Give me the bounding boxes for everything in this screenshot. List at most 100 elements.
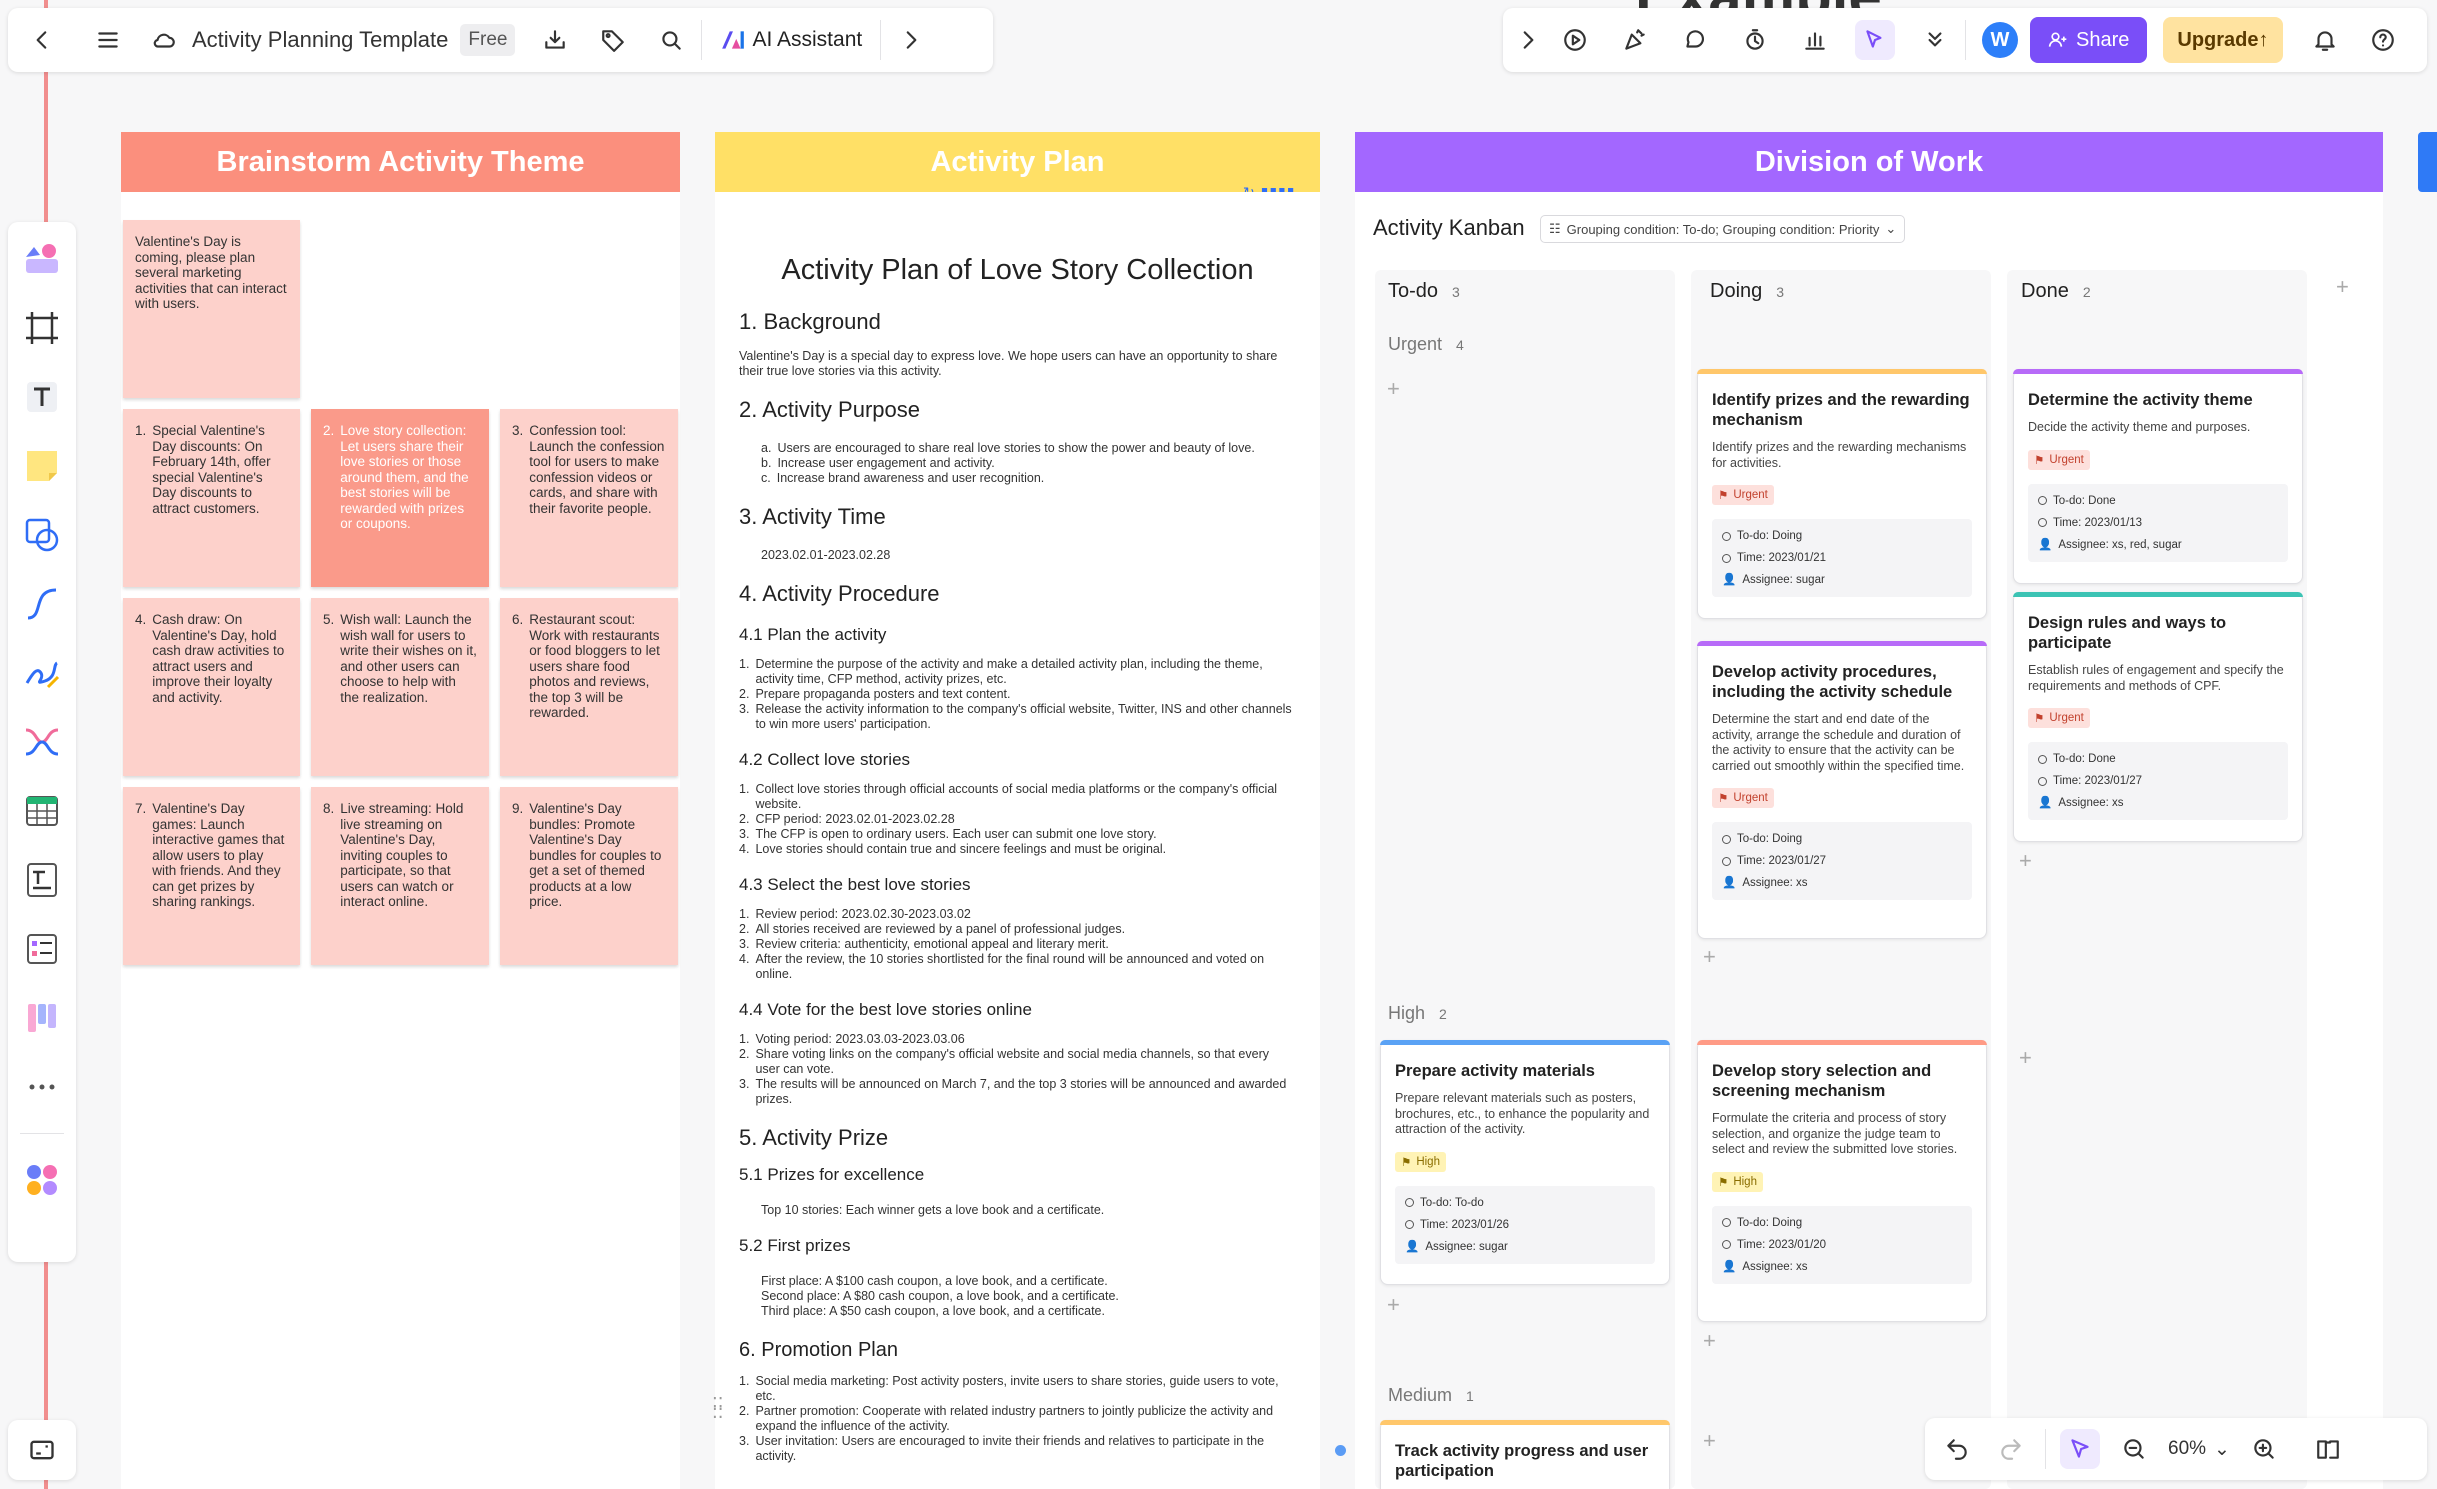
section-heading: 2. Activity Purpose xyxy=(739,397,920,422)
sticky-note[interactable]: 2. Love story collection: Let users share… xyxy=(311,409,489,587)
chevron-right-icon[interactable] xyxy=(891,20,931,60)
note-number: 8. xyxy=(323,801,335,816)
follow-cursor-icon[interactable] xyxy=(1855,20,1895,60)
column-header-todo: To-do 3 xyxy=(1388,280,1460,302)
tag-icon[interactable] xyxy=(593,20,633,60)
text-icon[interactable] xyxy=(19,374,65,420)
chevron-right-icon[interactable] xyxy=(1515,20,1541,60)
zoom-in-icon[interactable] xyxy=(2244,1429,2284,1469)
zoom-level-dropdown[interactable]: 60% ⌄ xyxy=(2168,1438,2230,1461)
select-cursor-icon[interactable] xyxy=(2060,1429,2100,1469)
bottom-controls: 60% ⌄ xyxy=(1925,1418,2427,1480)
card-meta: To-do: Doing Time: 2023/01/20 👤 Assignee: x… xyxy=(1712,1205,1972,1284)
kanban-card[interactable]: Develop activity procedures, including t… xyxy=(1697,641,1987,939)
templates-icon[interactable] xyxy=(19,236,65,282)
note-text: Valentine's Day games: Launch interactiv… xyxy=(152,801,285,909)
sticky-note[interactable]: 3. Confession tool: Launch the confession… xyxy=(500,409,678,587)
sticky-note[interactable]: 1. Special Valentine's Day discounts: On … xyxy=(123,409,300,587)
card-color-bar xyxy=(2013,592,2303,597)
celebrate-icon[interactable] xyxy=(1615,20,1655,60)
document-title[interactable]: Activity Planning Template xyxy=(192,27,448,53)
kanban-card[interactable]: Identify prizes and the rewarding mechan… xyxy=(1697,369,1987,619)
kanban-card[interactable]: Track activity progress and user partici… xyxy=(1380,1420,1670,1489)
double-chevron-down-icon[interactable] xyxy=(1915,20,1955,60)
add-card-icon[interactable]: + xyxy=(1387,1292,1400,1318)
column-header-doing: Doing 3 xyxy=(1710,280,1785,302)
plan-header-label: Activity Plan xyxy=(930,145,1105,178)
add-card-icon[interactable]: + xyxy=(1387,376,1400,402)
sticky-note-intro[interactable]: Valentine's Day is coming, please plan s… xyxy=(123,220,300,398)
add-column-icon[interactable]: + xyxy=(2336,274,2349,300)
brainstorm-header-label: Brainstorm Activity Theme xyxy=(216,145,585,178)
undo-icon[interactable] xyxy=(1937,1429,1977,1469)
divider xyxy=(701,20,703,60)
add-card-icon[interactable]: + xyxy=(1703,1428,1716,1454)
user-avatar[interactable]: W xyxy=(1982,22,2018,58)
sticky-note-icon[interactable] xyxy=(19,443,65,489)
menu-icon[interactable] xyxy=(88,20,128,60)
kanban-card[interactable]: Determine the activity theme Decide the … xyxy=(2013,369,2303,584)
redo-icon[interactable] xyxy=(1991,1429,2031,1469)
help-icon[interactable] xyxy=(2363,20,2403,60)
bolt-icon: ↑ xyxy=(2258,28,2269,51)
comment-icon[interactable] xyxy=(1675,20,1715,60)
promotion-list: 1. Social media marketing: Post activity … xyxy=(739,1374,1279,1463)
activity-plan-document[interactable]: Activity Plan of Love Story Collection 1… xyxy=(715,192,1320,1489)
sticky-note[interactable]: 8. Live streaming: Hold live streaming on… xyxy=(311,787,489,965)
plan-frame-header[interactable]: Activity Plan xyxy=(715,132,1320,192)
add-card-icon[interactable]: + xyxy=(1703,944,1716,970)
book-guide-icon[interactable] xyxy=(2308,1429,2348,1469)
more-icon[interactable] xyxy=(19,1064,65,1110)
purpose-list: a. Users are encouraged to share real lov… xyxy=(761,441,1255,485)
pen-icon[interactable] xyxy=(19,650,65,696)
shape-icon[interactable] xyxy=(19,512,65,558)
present-play-icon[interactable] xyxy=(1555,20,1595,60)
card-meta: To-do: To-do Time: 2023/01/26 👤 Assignee: s… xyxy=(1395,1185,1655,1264)
share-button[interactable]: Share xyxy=(2030,17,2148,63)
grouping-label: Grouping condition: To-do; Grouping cond… xyxy=(1566,221,1880,237)
kanban-card[interactable]: Develop story selection and screening me… xyxy=(1697,1040,1987,1322)
vote-chart-icon[interactable] xyxy=(1795,20,1835,60)
division-frame-header[interactable]: Division of Work xyxy=(1355,132,2383,192)
list-icon[interactable] xyxy=(19,926,65,972)
kanban-card[interactable]: Prepare activity materials Prepare relev… xyxy=(1380,1040,1670,1285)
document-icon[interactable] xyxy=(19,857,65,903)
sticky-note[interactable]: 9. Valentine's Day bundles: Promote Valen… xyxy=(500,787,678,965)
vote-list: 1. Voting period: 2023.03.03-2023.03.06 2… xyxy=(739,1032,1287,1106)
kanban-icon[interactable] xyxy=(19,995,65,1041)
grouping-condition-dropdown[interactable]: ☷ Grouping condition: To-do; Grouping co… xyxy=(1540,215,1906,243)
sticky-note[interactable]: 5. Wish wall: Launch the wish wall for us… xyxy=(311,598,489,776)
sticky-note[interactable]: 7. Valentine's Day games: Launch interact… xyxy=(123,787,300,965)
download-icon[interactable] xyxy=(535,20,575,60)
search-icon[interactable] xyxy=(651,20,691,60)
connector-icon[interactable] xyxy=(19,581,65,627)
add-card-icon[interactable]: + xyxy=(2019,1045,2032,1071)
card-meta: To-do: Doing Time: 2023/01/21 👤 Assignee: s… xyxy=(1712,519,1972,597)
sticky-note[interactable]: 4. Cash draw: On Valentine's Day, hold ca… xyxy=(123,598,300,776)
sticky-note[interactable]: 6. Restaurant scout: Work with restaurant… xyxy=(500,598,678,776)
card-description: Identify prizes and the rewarding mechan… xyxy=(1712,440,1967,470)
timer-icon[interactable] xyxy=(1735,20,1775,60)
mindmap-icon[interactable] xyxy=(19,719,65,765)
card-description: Decide the activity theme and purposes. xyxy=(2028,420,2251,434)
paragraph: Valentine's Day is a special day to expr… xyxy=(739,349,1278,378)
lane-medium: Medium 1 xyxy=(1388,1385,1474,1405)
column-header-done: Done 2 xyxy=(2021,280,2091,302)
zoom-out-icon[interactable] xyxy=(2114,1429,2154,1469)
table-icon[interactable] xyxy=(19,788,65,834)
note-text: Love story collection: Let users share t… xyxy=(340,423,469,531)
back-icon[interactable] xyxy=(22,20,62,60)
minimap-button[interactable] xyxy=(8,1420,76,1480)
ai-assistant-button[interactable]: AI Assistant xyxy=(712,27,870,53)
drag-handle-icon[interactable]: ⁚⁚ ⁚⁚ xyxy=(712,1395,723,1421)
card-title: Develop activity procedures, including t… xyxy=(1712,663,1953,701)
frame-icon[interactable] xyxy=(19,305,65,351)
divider xyxy=(2045,1429,2046,1469)
add-card-icon[interactable]: + xyxy=(2019,848,2032,874)
apps-icon[interactable] xyxy=(19,1157,65,1203)
bell-icon[interactable] xyxy=(2305,20,2345,60)
kanban-card[interactable]: Design rules and ways to participate Est… xyxy=(2013,592,2303,842)
brainstorm-frame-header[interactable]: Brainstorm Activity Theme xyxy=(121,132,680,192)
add-card-icon[interactable]: + xyxy=(1703,1328,1716,1354)
upgrade-button[interactable]: Upgrade ↑ xyxy=(2163,17,2283,63)
